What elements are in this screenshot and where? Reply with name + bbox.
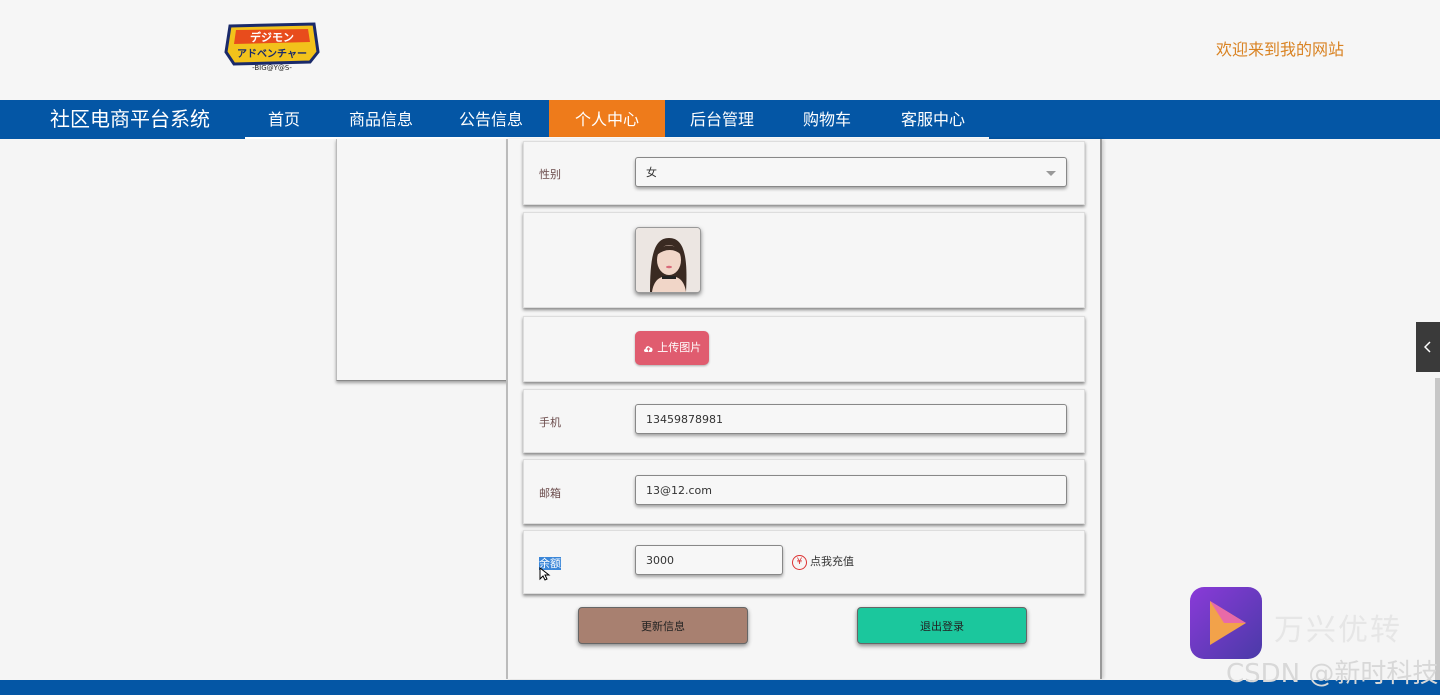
email-row: 邮箱 13@12.com (523, 459, 1085, 524)
avatar-image (635, 227, 701, 293)
gender-row: 性别 女 (523, 141, 1085, 205)
gender-value: 女 (646, 166, 657, 179)
nav-item-admin[interactable]: 后台管理 (667, 100, 777, 139)
nav-item-announcements[interactable]: 公告信息 (436, 100, 546, 139)
watermark-csdn: CSDN @新时科技 (1226, 659, 1439, 689)
watermark-brand: 万兴优转 (1274, 613, 1402, 648)
site-brand[interactable]: 社区电商平台系统 (30, 100, 230, 139)
upload-row: 上传图片 (523, 316, 1085, 382)
nav-item-cart[interactable]: 购物车 (777, 100, 877, 139)
phone-field[interactable]: 13459878981 (635, 404, 1067, 434)
footer-bar (0, 680, 1440, 695)
chevron-down-icon (1046, 171, 1056, 176)
recharge-link[interactable]: ¥ 点我充值 (792, 553, 854, 570)
watermark-logo (1190, 587, 1262, 659)
left-sidebar-panel (336, 139, 510, 381)
gender-select[interactable]: 女 (635, 157, 1067, 187)
nav-item-products[interactable]: 商品信息 (326, 100, 436, 139)
cloud-upload-icon (643, 341, 658, 354)
svg-text:アドベンチャー: アドベンチャー (237, 48, 307, 60)
side-panel-toggle[interactable] (1416, 322, 1440, 372)
email-label: 邮箱 (539, 487, 561, 500)
page-scrollbar[interactable] (1435, 378, 1440, 680)
recharge-label: 点我充值 (810, 555, 854, 568)
site-logo[interactable]: デジモン アドベンチャー -BIG@Y@S- (222, 22, 322, 72)
phone-label: 手机 (539, 416, 561, 429)
nav-item-personal-center[interactable]: 个人中心 (549, 100, 665, 139)
top-header: デジモン アドベンチャー -BIG@Y@S- 欢迎来到我的网站 (0, 0, 1440, 100)
logout-button[interactable]: 退出登录 (857, 607, 1027, 644)
nav-item-home[interactable]: 首页 (245, 100, 323, 139)
update-info-button[interactable]: 更新信息 (578, 607, 748, 644)
gender-label: 性别 (539, 168, 561, 181)
balance-row: 余额 3000 ¥ 点我充值 (523, 530, 1085, 594)
main-navbar: 社区电商平台系统 首页 商品信息 公告信息 个人中心 后台管理 购物车 客服中心 (0, 100, 1440, 139)
upload-image-label: 上传图片 (657, 341, 702, 354)
balance-field[interactable]: 3000 (635, 545, 783, 575)
avatar-row (523, 212, 1085, 308)
svg-text:デジモン: デジモン (250, 30, 294, 44)
phone-row: 手机 13459878981 (523, 389, 1085, 453)
mouse-cursor-icon (539, 566, 551, 581)
chevron-left-icon (1423, 339, 1432, 355)
welcome-text: 欢迎来到我的网站 (1215, 40, 1344, 59)
svg-text:-BIG@Y@S-: -BIG@Y@S- (252, 64, 292, 72)
nav-item-customer-service[interactable]: 客服中心 (877, 100, 989, 139)
email-field[interactable]: 13@12.com (635, 475, 1067, 505)
yen-circle-icon: ¥ (792, 554, 807, 570)
upload-image-button[interactable]: 上传图片 (635, 331, 709, 365)
